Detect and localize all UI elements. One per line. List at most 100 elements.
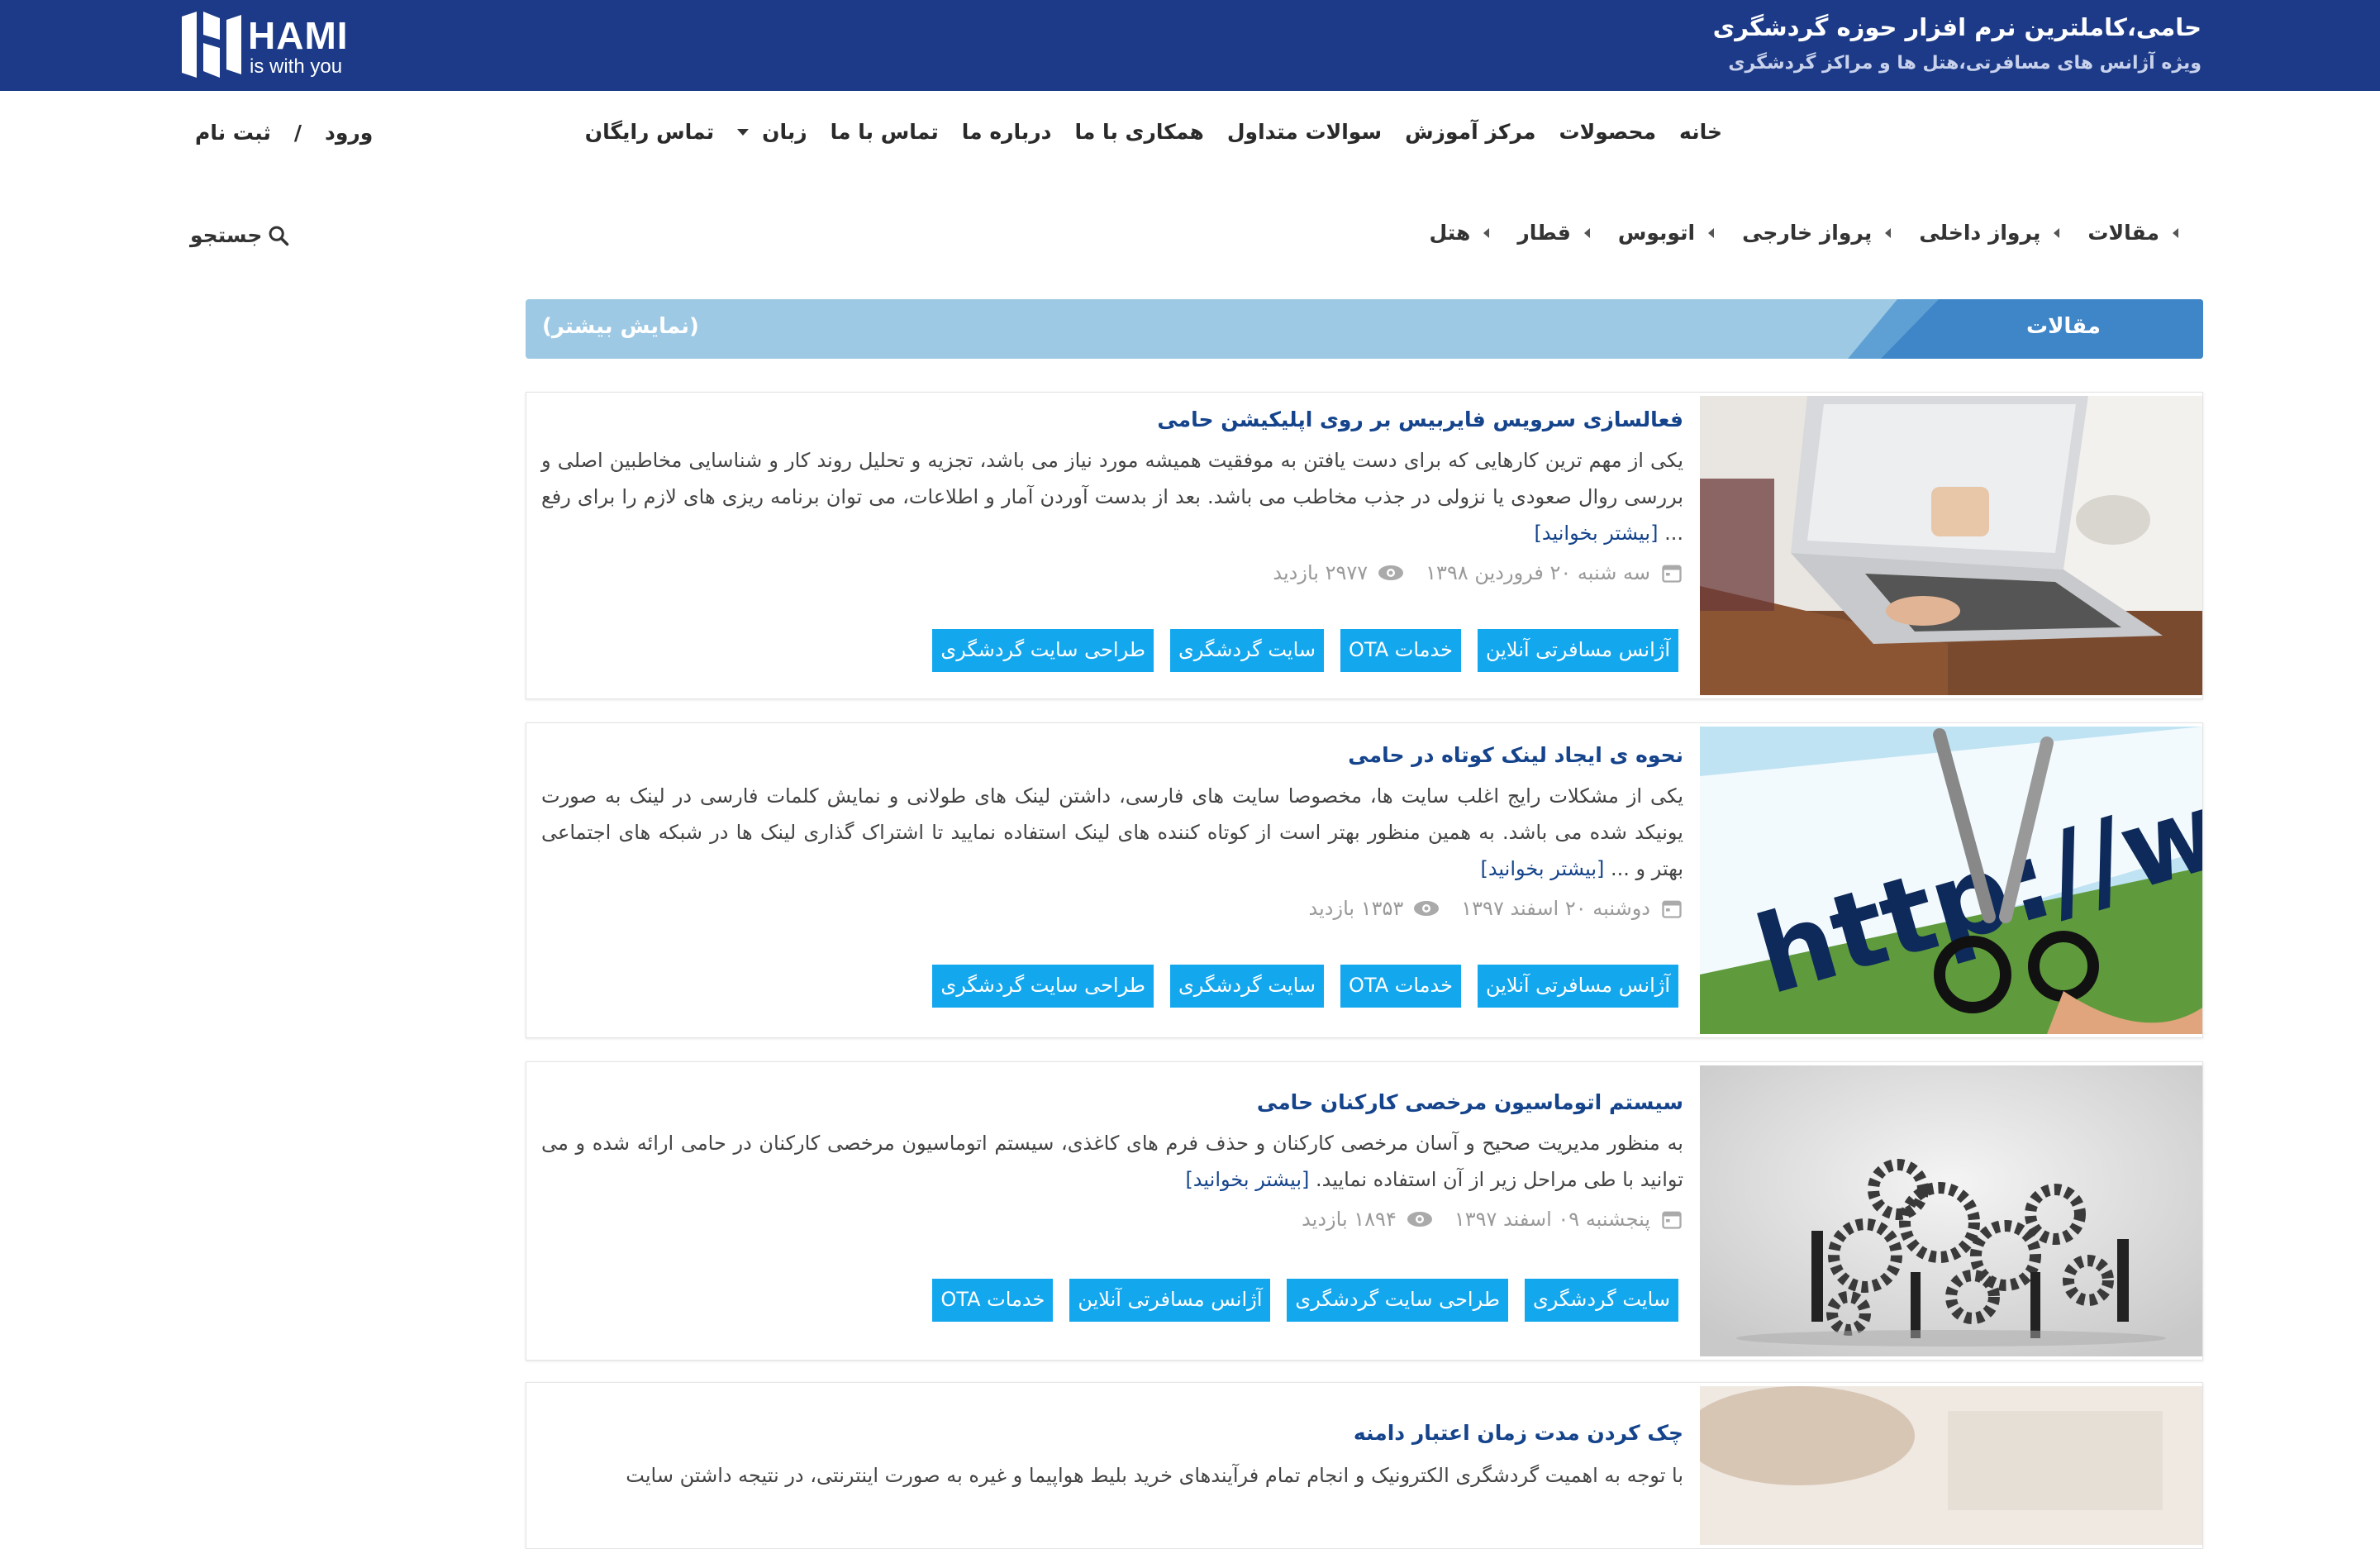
subnav-label: اتوبوس: [1617, 221, 1696, 245]
nav-contact[interactable]: تماس با ما: [831, 116, 939, 149]
http-scissors-photo-icon: http://www: [1700, 727, 2202, 1034]
article-card: فعالسازی سرویس فایربیس بر روی اپلیکیشن ح…: [526, 392, 2203, 699]
read-more-link[interactable]: [بیشتر بخوانید]: [1535, 522, 1659, 545]
logo[interactable]: HAMI is with you: [182, 12, 355, 79]
tag[interactable]: خدمات OTA: [1340, 965, 1461, 1008]
eye-icon: [1407, 1212, 1432, 1227]
tag[interactable]: خدمات OTA: [1340, 629, 1461, 672]
article-date: پنجشنبه ۰۹ اسفند ۱۳۹۷: [1454, 1208, 1650, 1231]
article-image-laptop[interactable]: [1700, 396, 2202, 695]
login-link[interactable]: ورود: [325, 121, 373, 145]
nav-training[interactable]: مرکز آموزش: [1405, 116, 1535, 149]
article-meta: سه شنبه ۲۰ فروردین ۱۳۹۸ ۲۹۷۷ بازدید: [1273, 561, 1683, 584]
search-label: جستجو: [190, 223, 263, 247]
article-date: دوشنبه ۲۰ اسفند ۱۳۹۷: [1461, 897, 1650, 920]
nav-products[interactable]: محصولات: [1559, 116, 1657, 149]
chevron-down-icon: [737, 129, 750, 136]
article-excerpt: با توجه به اهمیت گردشگری الکترونیک و انج…: [626, 1464, 1683, 1487]
language-label: زبان: [762, 120, 807, 144]
show-more-link[interactable]: (نمایش بیشتر): [542, 314, 699, 339]
top-header: HAMI is with you حامی،کاملترین نرم افزار…: [0, 0, 2380, 91]
subnav-foreign-flight[interactable]: پرواز خارجی: [1742, 217, 1892, 250]
article-title[interactable]: فعالسازی سرویس فایربیس بر روی اپلیکیشن ح…: [1157, 408, 1683, 431]
search-link[interactable]: جستجو: [190, 223, 290, 247]
subnav-domestic-flight[interactable]: پرواز داخلی: [1919, 217, 2060, 250]
tag[interactable]: آژانس مسافرتی آنلاین: [1477, 965, 1678, 1008]
caret-left-icon: [1483, 228, 1490, 238]
nav-cooperation[interactable]: همکاری با ما: [1074, 116, 1203, 149]
article-tags: آژانس مسافرتی آنلاین خدمات OTA سایت گردش…: [932, 629, 1678, 672]
article-image-http[interactable]: http://www: [1700, 727, 2202, 1034]
article-body: فعالسازی سرویس فایربیس بر روی اپلیکیشن ح…: [541, 393, 1683, 698]
subnav-bus[interactable]: اتوبوس: [1617, 217, 1715, 250]
subnav-train[interactable]: قطار: [1517, 217, 1590, 250]
tag[interactable]: طراحی سایت گردشگری: [1287, 1279, 1508, 1322]
logo-tagline: is with you: [250, 55, 343, 78]
article-title[interactable]: نحوه ی ایجاد لینک کوتاه در حامی: [1348, 743, 1683, 767]
article-meta: پنجشنبه ۰۹ اسفند ۱۳۹۷ ۱۸۹۴ بازدید: [1302, 1208, 1683, 1231]
desk-photo-icon: [1700, 1386, 2202, 1545]
auth-links: ثبت نام / ورود: [195, 121, 373, 145]
article-title[interactable]: چک کردن مدت زمان اعتبار دامنه: [1354, 1421, 1683, 1445]
article-body: چک کردن مدت زمان اعتبار دامنه با توجه به…: [541, 1383, 1683, 1548]
section-title: مقالات: [2025, 314, 2101, 339]
laptop-photo-icon: [1700, 396, 2202, 695]
subnav-label: مقالات: [2087, 221, 2159, 245]
auth-separator: /: [293, 121, 302, 145]
caret-left-icon: [1885, 228, 1892, 238]
eye-icon: [1414, 901, 1440, 916]
tag[interactable]: آژانس مسافرتی آنلاین: [1477, 629, 1678, 672]
caret-left-icon: [2054, 228, 2060, 238]
tag[interactable]: سایت گردشگری: [1169, 965, 1324, 1008]
article-tags: آژانس مسافرتی آنلاین خدمات OTA سایت گردش…: [932, 965, 1678, 1008]
register-link[interactable]: ثبت نام: [195, 121, 271, 145]
article-views: ۲۹۷۷ بازدید: [1273, 561, 1368, 584]
article-date: سه شنبه ۲۰ فروردین ۱۳۹۸: [1426, 561, 1650, 584]
calendar-icon: [1662, 1211, 1682, 1229]
article-body: نحوه ی ایجاد لینک کوتاه در حامی یکی از م…: [541, 723, 1683, 1037]
calendar-icon: [1662, 565, 1682, 583]
subnav-label: هتل: [1429, 221, 1471, 245]
article-views: ۱۳۵۳ بازدید: [1308, 897, 1404, 920]
article-excerpt: یکی از مهم ترین کارهایی که برای دست یافت…: [541, 442, 1683, 551]
calendar-icon: [1662, 900, 1682, 918]
articles-section-header: مقالات (نمایش بیشتر): [526, 299, 2203, 359]
excerpt-text: یکی از مهم ترین کارهایی که برای دست یافت…: [541, 449, 1683, 545]
caret-left-icon: [1708, 228, 1715, 238]
gears-team-photo-icon: [1700, 1065, 2202, 1356]
article-excerpt: به منظور مدیریت صحیح و آسان مرخصی کارکنا…: [541, 1125, 1683, 1198]
tag[interactable]: خدمات OTA: [932, 1279, 1054, 1322]
subnav-label: پرواز داخلی: [1919, 221, 2041, 245]
nav-about[interactable]: درباره ما: [962, 116, 1052, 149]
tag[interactable]: طراحی سایت گردشگری: [932, 965, 1154, 1008]
read-more-link[interactable]: [بیشتر بخوانید]: [1480, 857, 1604, 880]
category-nav: مقالات پرواز داخلی پرواز خارجی اتوبوس قط…: [1401, 217, 2178, 250]
article-tags: سایت گردشگری طراحی سایت گردشگری آژانس مس…: [932, 1279, 1678, 1322]
language-dropdown[interactable]: زبان: [737, 116, 807, 149]
article-card: سیستم اتوماسیون مرخصی کارکنان حامی به من…: [526, 1061, 2203, 1361]
logo-mark-icon: [182, 12, 241, 78]
subnav-articles[interactable]: مقالات: [2087, 217, 2178, 250]
article-image-gears[interactable]: [1700, 1065, 2202, 1356]
article-title[interactable]: سیستم اتوماسیون مرخصی کارکنان حامی: [1257, 1090, 1683, 1114]
tag[interactable]: طراحی سایت گردشگری: [932, 629, 1154, 672]
caret-left-icon: [1583, 228, 1590, 238]
article-body: سیستم اتوماسیون مرخصی کارکنان حامی به من…: [541, 1062, 1683, 1360]
read-more-link[interactable]: [بیشتر بخوانید]: [1185, 1168, 1309, 1191]
nav-home[interactable]: خانه: [1679, 116, 1722, 149]
article-meta: دوشنبه ۲۰ اسفند ۱۳۹۷ ۱۳۵۳ بازدید: [1309, 897, 1683, 920]
article-excerpt: یکی از مشکلات رایج اغلب سایت ها، مخصوصا …: [541, 778, 1683, 887]
excerpt-text: به منظور مدیریت صحیح و آسان مرخصی کارکنا…: [541, 1132, 1683, 1191]
logo-text: HAMI: [248, 14, 349, 57]
subnav-hotel[interactable]: هتل: [1429, 217, 1490, 250]
nav-faq[interactable]: سوالات متداول: [1227, 116, 1382, 149]
tag[interactable]: سایت گردشگری: [1524, 1279, 1678, 1322]
search-icon: [269, 226, 289, 245]
caret-left-icon: [2173, 228, 2178, 238]
article-image-desk[interactable]: [1700, 1386, 2202, 1545]
nav-free-call[interactable]: تماس رایگان: [585, 116, 714, 149]
tag[interactable]: سایت گردشگری: [1169, 629, 1324, 672]
main-nav: خانه محصولات مرکز آموزش سوالات متداول هم…: [562, 116, 1722, 149]
tag[interactable]: آژانس مسافرتی آنلاین: [1069, 1279, 1271, 1322]
site-subtitle: ویژه آژانس های مسافرتی،هتل ها و مراکز گر…: [1728, 53, 2202, 74]
